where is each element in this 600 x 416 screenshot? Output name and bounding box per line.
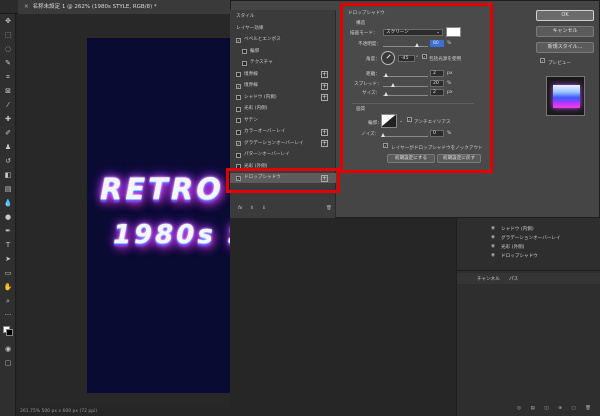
brush-tool-icon[interactable]: ✐	[3, 128, 13, 138]
layers-panel: シャドウ (内側) グラデーションオーバーレイ 光彩 (外側) ドロップシャドウ…	[456, 218, 600, 416]
panel-divider	[457, 270, 600, 271]
style-item-checkbox[interactable]	[236, 106, 241, 112]
add-effect-icon[interactable]: +	[321, 140, 328, 147]
blur-tool-icon[interactable]: 💧	[3, 198, 13, 208]
zoom-tool-icon[interactable]: ⌕	[3, 296, 13, 306]
style-item-label: カラーオーバーレイ	[244, 129, 286, 134]
marquee-tool-icon[interactable]: ⬚	[3, 30, 13, 40]
hand-tool-icon[interactable]: ✋	[3, 282, 13, 292]
style-item-label: 輪郭	[250, 48, 260, 54]
style-item-label: 境界線	[244, 83, 258, 88]
style-item-checkbox[interactable]	[236, 95, 241, 100]
lasso-tool-icon[interactable]: ◌	[3, 44, 13, 54]
highlight-drop-shadow-item	[226, 168, 340, 193]
history-brush-icon[interactable]: ↺	[3, 156, 13, 166]
style-item-label: グラデーションオーバーレイ	[244, 140, 304, 146]
preview-checkbox[interactable]: ✓	[540, 58, 545, 63]
move-down-icon[interactable]: ⬇	[262, 206, 266, 211]
frame-tool-icon[interactable]: ⊠	[3, 86, 13, 96]
eye-icon[interactable]: ◉	[491, 253, 495, 258]
eye-icon[interactable]: ◉	[491, 226, 495, 231]
style-item-checkbox[interactable]	[236, 118, 241, 123]
quick-mask-icon[interactable]: ◉	[3, 344, 13, 354]
highlight-drop-shadow-settings	[340, 3, 493, 173]
style-item[interactable]: テクスチャ	[230, 58, 336, 68]
style-item-checkbox[interactable]: ✓	[236, 37, 241, 43]
preview-gradient-square	[553, 85, 580, 108]
style-item[interactable]: 輪郭	[230, 47, 336, 57]
layer-effect-inner-shadow[interactable]: シャドウ (内側)	[501, 226, 534, 232]
add-effect-icon[interactable]: +	[321, 71, 328, 78]
style-preview-thumbnail	[546, 76, 585, 116]
canvas-workspace-right	[230, 218, 456, 416]
style-item-checkbox[interactable]	[236, 129, 241, 135]
pen-tool-icon[interactable]: ✒	[3, 226, 13, 236]
layer-effect-drop-shadow[interactable]: ドロップシャドウ	[501, 253, 538, 259]
style-item-label: パターンオーバーレイ	[244, 152, 290, 157]
tab-paths[interactable]: パス	[509, 276, 518, 282]
stamp-tool-icon[interactable]: ♟	[3, 142, 13, 152]
document-tab-title: 名称未設定 1 @ 262% (1980s STYLE, RGB/8) *	[32, 4, 157, 10]
style-item-checkbox[interactable]	[242, 49, 247, 54]
path-select-icon[interactable]: ➤	[3, 254, 13, 264]
tab-channels[interactable]: チャンネル	[477, 276, 500, 282]
preview-label: プレビュー	[548, 61, 571, 66]
style-item-label: 光彩 (内側)	[244, 106, 268, 111]
style-item[interactable]: サテン	[230, 116, 336, 126]
crop-tool-icon[interactable]: ⌗	[3, 72, 13, 82]
eye-icon[interactable]: ◉	[491, 244, 495, 249]
close-tab-icon[interactable]: ✕	[24, 4, 29, 10]
style-item-checkbox[interactable]	[236, 152, 241, 158]
move-up-icon[interactable]: ⬆	[250, 206, 254, 211]
add-effect-icon[interactable]: +	[321, 82, 328, 90]
style-item[interactable]: カラーオーバーレイ +	[230, 127, 336, 137]
panel-footer-icons[interactable]: ◎ ▤ ◫ ⊕ ▢ 🗑	[517, 406, 595, 411]
type-tool-icon[interactable]: T	[3, 240, 13, 250]
style-item[interactable]: ✓ ベベルとエンボス	[230, 35, 336, 45]
add-effect-icon[interactable]: +	[321, 128, 328, 136]
rectangle-tool-icon[interactable]: ▭	[3, 268, 13, 278]
style-item-label: サテン	[244, 117, 258, 123]
style-item-label: 境界線	[244, 71, 258, 77]
blending-options-item[interactable]: レイヤー効果	[236, 24, 342, 34]
dodge-tool-icon[interactable]: ●	[3, 212, 13, 222]
eye-icon[interactable]: ◉	[491, 235, 495, 240]
move-tool-icon[interactable]: ✥	[3, 16, 13, 26]
style-item[interactable]: ✓ グラデーションオーバーレイ +	[230, 139, 336, 149]
style-item-checkbox[interactable]: ✓	[236, 141, 241, 146]
eyedropper-icon[interactable]: ⁄	[3, 100, 13, 110]
layer-effect-outer-glow[interactable]: 光彩 (外側)	[501, 244, 524, 250]
healing-brush-icon[interactable]: ✚	[3, 114, 13, 124]
style-item[interactable]: パターンオーバーレイ	[230, 150, 336, 160]
document-tab[interactable]: ✕ 名称未設定 1 @ 262% (1980s STYLE, RGB/8) *	[18, 0, 230, 14]
background-color-swatch[interactable]	[6, 329, 13, 336]
tools-panel: ✥ ⬚ ◌ ✎ ⌗ ⊠ ⁄ ✚ ✐ ♟ ↺ ◧ ▤ 💧 ● ✒ T ➤ ▭ ✋ …	[0, 14, 16, 416]
trash-icon[interactable]: 🗑	[326, 206, 332, 211]
styles-header[interactable]: スタイル	[236, 12, 342, 22]
more-tools-icon[interactable]: ···	[3, 310, 13, 320]
fx-icon[interactable]: fx	[238, 206, 242, 211]
style-item-checkbox[interactable]	[236, 72, 241, 77]
canvas-text-line1: RETRO	[100, 172, 224, 206]
add-effect-icon[interactable]: +	[321, 94, 328, 101]
style-item[interactable]: ✓ 境界線 +	[230, 81, 336, 91]
style-item[interactable]: シャドウ (内側) +	[230, 93, 336, 103]
screen-mode-icon[interactable]: ▢	[3, 358, 13, 368]
status-bar: 261.75% 500 px x 600 px (72 ppi)	[17, 407, 230, 416]
eraser-tool-icon[interactable]: ◧	[3, 170, 13, 180]
ok-button[interactable]: OK	[536, 10, 594, 21]
style-item-label: テクスチャ	[250, 60, 273, 65]
style-item-checkbox[interactable]	[242, 60, 247, 66]
quick-select-icon[interactable]: ✎	[3, 58, 13, 68]
style-item[interactable]: 光彩 (内側)	[230, 104, 336, 114]
style-item[interactable]: 境界線 +	[230, 70, 336, 80]
new-style-button[interactable]: 新規スタイル...	[536, 42, 594, 53]
style-item-label: シャドウ (内側)	[244, 94, 277, 100]
style-item-checkbox[interactable]: ✓	[236, 83, 241, 89]
style-item-label: ベベルとエンボス	[244, 37, 281, 42]
gradient-tool-icon[interactable]: ▤	[3, 184, 13, 194]
cancel-button[interactable]: キャンセル	[536, 26, 594, 37]
layer-effect-gradient-overlay[interactable]: グラデーションオーバーレイ	[501, 235, 561, 241]
